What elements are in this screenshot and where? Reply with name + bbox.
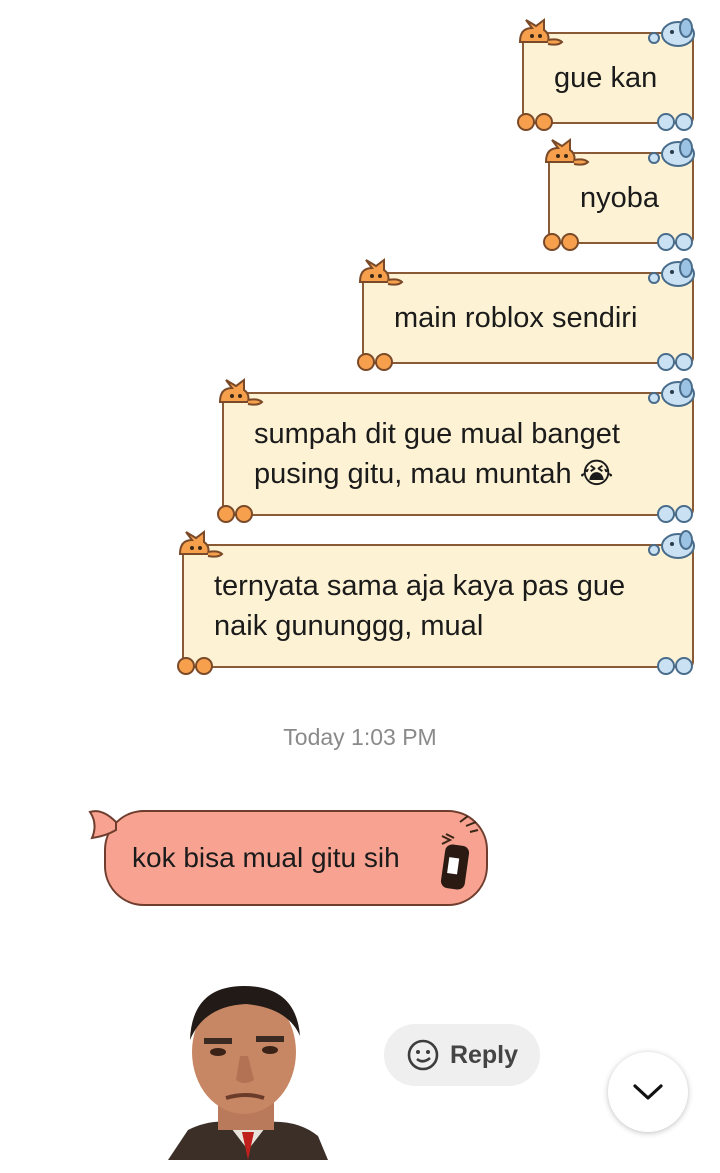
face-sticker-image bbox=[168, 986, 328, 1160]
cat-sticker-icon bbox=[178, 530, 224, 558]
cat-sticker-icon bbox=[218, 378, 264, 406]
scroll-to-bottom-button[interactable] bbox=[608, 1052, 688, 1132]
outgoing-message[interactable]: sumpah dit gue mual banget pusing gitu, … bbox=[217, 378, 695, 523]
cat-sticker-icon bbox=[544, 138, 590, 166]
dog-sticker-icon bbox=[648, 258, 695, 287]
paw-print-icon bbox=[543, 233, 579, 251]
outgoing-message[interactable]: main roblox sendiri bbox=[357, 258, 695, 371]
paw-print-icon bbox=[657, 113, 693, 131]
message-text: main roblox sendiri bbox=[394, 302, 638, 334]
message-timestamp: Today 1:03 PM bbox=[283, 724, 437, 750]
paw-print-icon bbox=[657, 233, 693, 251]
paw-print-icon bbox=[177, 657, 213, 675]
reply-button[interactable]: Reply bbox=[384, 1024, 540, 1086]
message-text: kok bisa mual gitu sih bbox=[132, 842, 400, 873]
fish-tail-icon bbox=[88, 810, 117, 840]
paw-print-icon bbox=[517, 113, 553, 131]
message-line: pusing gitu, mau muntah 😭 bbox=[254, 458, 614, 490]
outgoing-message[interactable]: nyoba bbox=[543, 138, 695, 251]
dog-sticker-icon bbox=[648, 530, 695, 559]
paw-print-icon bbox=[657, 505, 693, 523]
cat-sticker-icon bbox=[518, 18, 564, 46]
dog-sticker-icon bbox=[648, 138, 695, 167]
cat-sticker-icon bbox=[358, 258, 404, 286]
incoming-message[interactable]: kok bisa mual gitu sih bbox=[88, 810, 488, 906]
reply-label: Reply bbox=[449, 1040, 519, 1069]
shouting-can-icon bbox=[440, 815, 479, 890]
paw-print-icon bbox=[217, 505, 253, 523]
message-text-block: ternyata sama aja kaya pas gue naik gunu… bbox=[214, 566, 625, 646]
paw-print-icon bbox=[357, 353, 393, 371]
message-text-block: sumpah dit gue mual banget pusing gitu, … bbox=[254, 414, 620, 494]
outgoing-message[interactable]: ternyata sama aja kaya pas gue naik gunu… bbox=[177, 530, 695, 675]
paw-print-icon bbox=[657, 353, 693, 371]
message-text: nyoba bbox=[580, 182, 660, 214]
message-line: ternyata sama aja kaya pas gue bbox=[214, 570, 626, 602]
message-text: gue kan bbox=[554, 62, 658, 94]
chevron-down-icon bbox=[633, 1084, 663, 1100]
dog-sticker-icon bbox=[648, 378, 695, 407]
message-line: naik gununggg, mual bbox=[214, 610, 484, 642]
dog-sticker-icon bbox=[648, 18, 695, 47]
outgoing-message[interactable]: gue kan bbox=[517, 18, 695, 131]
smiley-icon bbox=[407, 1039, 439, 1071]
paw-print-icon bbox=[657, 657, 693, 675]
message-line: sumpah dit gue mual banget bbox=[254, 418, 620, 450]
